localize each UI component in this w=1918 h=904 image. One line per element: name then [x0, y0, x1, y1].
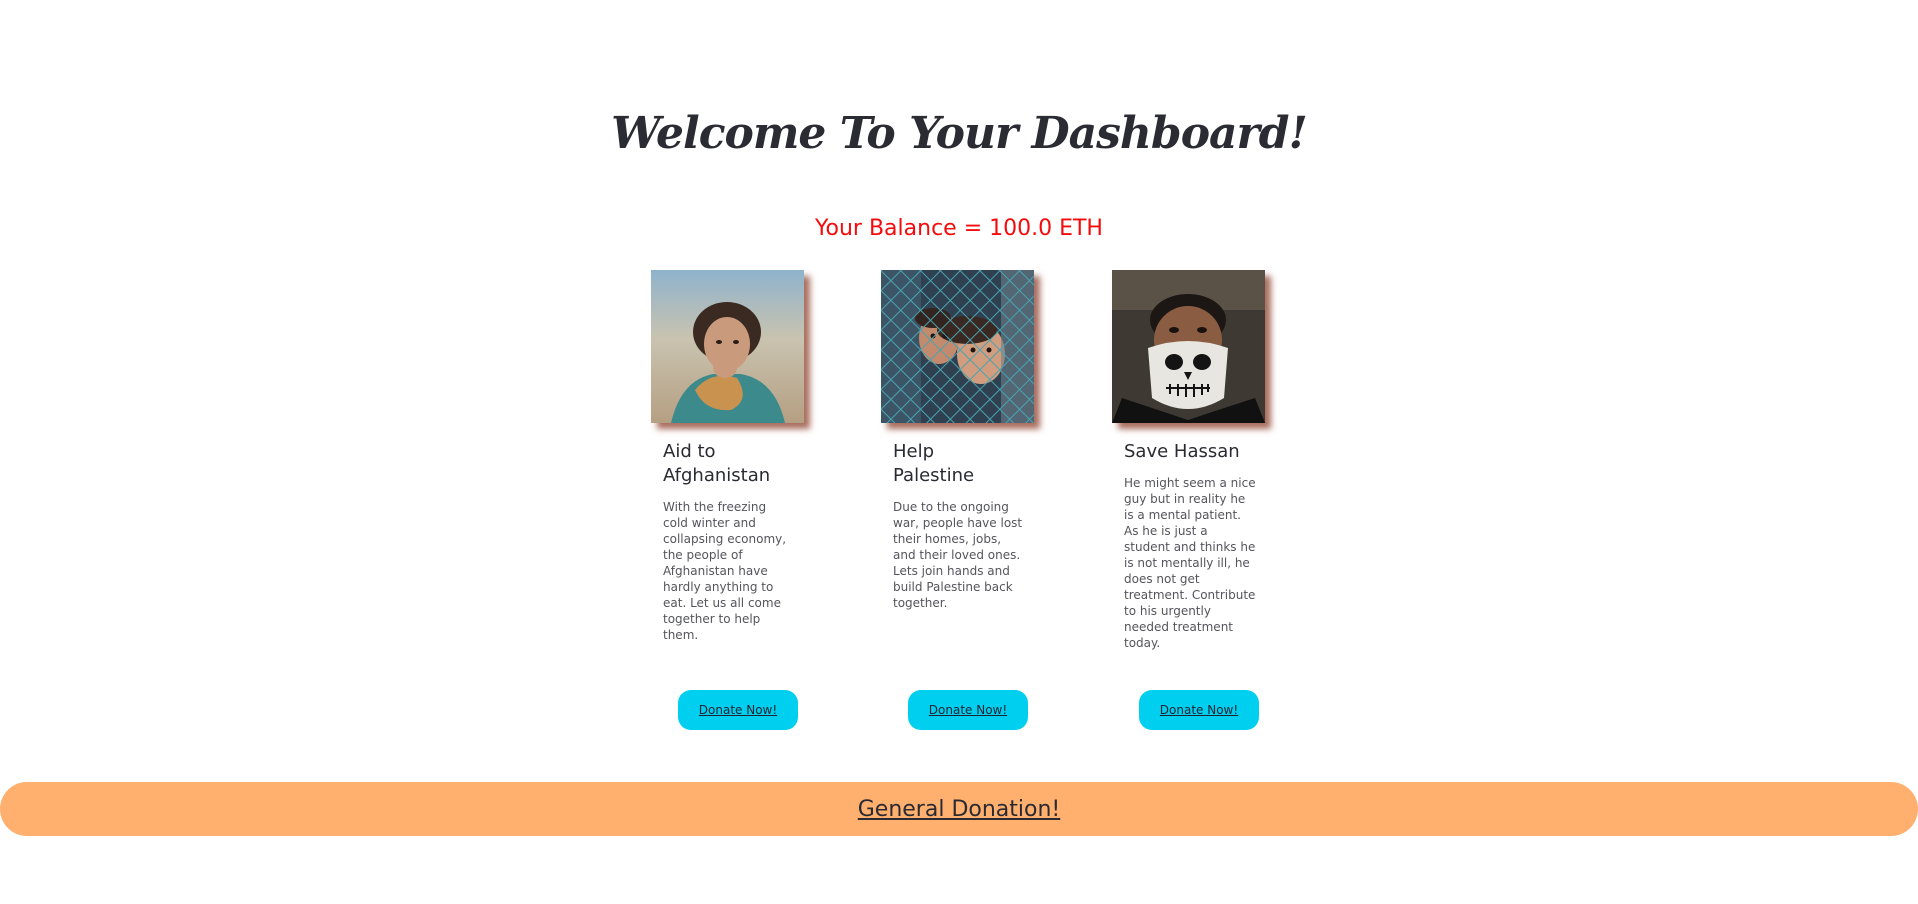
donate-button-hassan[interactable]: Donate Now! — [1139, 690, 1259, 730]
cause-title: Help Palestine — [893, 441, 975, 486]
cause-description: With the freezing cold winter and collap… — [663, 500, 787, 642]
children-behind-fence-photo — [881, 270, 1034, 423]
cause-title: Aid to Afghanistan — [663, 441, 771, 486]
balance-text: Your Balance = 100.0 ETH — [815, 216, 1103, 241]
masked-man-photo — [1112, 270, 1265, 423]
cause-title: Save Hassan — [1124, 441, 1240, 462]
page-title: Welcome To Your Dashboard! — [611, 108, 1308, 159]
general-donation-link[interactable]: General Donation! — [858, 797, 1060, 822]
cause-card-hassan: Save Hassan He might seem a nice guy but… — [1112, 270, 1292, 735]
donate-button-palestine[interactable]: Donate Now! — [908, 690, 1028, 730]
cause-card-palestine: Help Palestine Due to the ongoing war, p… — [881, 270, 1061, 735]
donate-button-afghanistan[interactable]: Donate Now! — [678, 690, 798, 730]
cause-description: Due to the ongoing war, people have lost… — [893, 500, 1023, 610]
child-photo — [651, 270, 804, 423]
cause-description: He might seem a nice guy but in reality … — [1124, 476, 1256, 650]
cause-card-afghanistan: Aid to Afghanistan With the freezing col… — [651, 270, 831, 735]
general-donation-bar: General Donation! — [0, 782, 1918, 836]
